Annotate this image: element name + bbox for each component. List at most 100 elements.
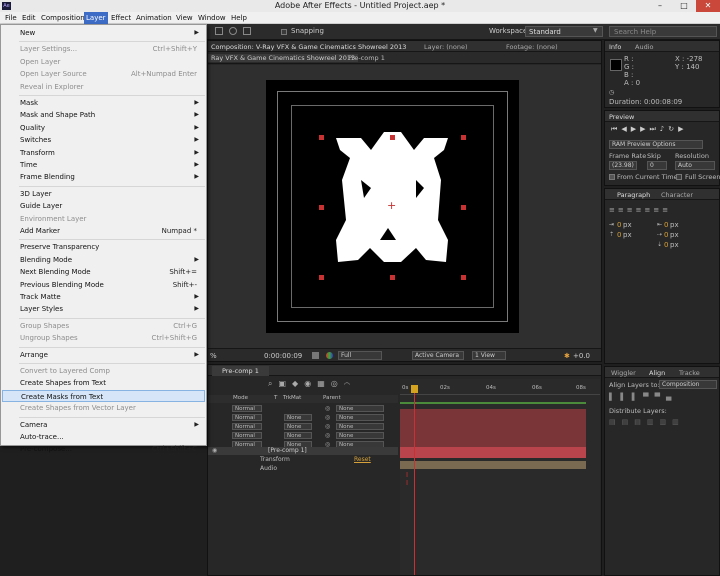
menu-item-frame-blending[interactable]: Frame Blending ▶ xyxy=(2,171,205,183)
blend-mode-dropdown[interactable]: Normal xyxy=(232,423,262,430)
menu-item-arrange[interactable]: Arrange ▶ xyxy=(2,349,205,361)
tab-paragraph[interactable]: Paragraph xyxy=(617,190,650,200)
search-layers-icon[interactable]: ⌕ xyxy=(268,379,278,388)
tab-wiggler[interactable]: Wiggler xyxy=(611,368,636,378)
workspace-dropdown[interactable]: Standard xyxy=(525,26,603,37)
align-left-icon[interactable]: ≡ xyxy=(609,206,618,214)
tab-composition[interactable]: Composition: V-Ray VFX & Game Cinematics… xyxy=(211,42,406,52)
playhead-handle[interactable] xyxy=(411,385,418,393)
distribute-left-icon[interactable]: ▥ xyxy=(647,418,660,426)
parent-dropdown[interactable]: None xyxy=(336,414,384,421)
resolution-preview-dropdown[interactable]: Auto xyxy=(675,161,715,170)
menu-item-camera[interactable]: Camera ▶ xyxy=(2,419,205,431)
draft-3d-icon[interactable]: ◆ xyxy=(292,379,304,388)
reset-link[interactable]: Reset xyxy=(354,456,371,463)
minimize-icon[interactable]: – xyxy=(648,0,672,12)
menu-item-mask[interactable]: Mask ▶ xyxy=(2,97,205,109)
time-graph[interactable]: 0s 02s 04s 06s 08s I I xyxy=(400,379,600,575)
distribute-right-icon[interactable]: ▥ xyxy=(672,418,685,426)
align-h-center-icon[interactable]: ▌ xyxy=(620,393,631,401)
tab-info[interactable]: Info xyxy=(609,42,621,52)
menu-item-previous-blending-mode[interactable]: Previous Blending Mode Shift+- xyxy=(2,279,205,291)
tab-audio[interactable]: Audio xyxy=(635,42,653,52)
menu-item-track-matte[interactable]: Track Matte ▶ xyxy=(2,291,205,303)
align-left-edges-icon[interactable]: ▌ xyxy=(609,393,620,401)
align-center-icon[interactable]: ≡ xyxy=(618,206,627,214)
mask-vertex-handle[interactable] xyxy=(461,135,466,140)
tab-character[interactable]: Character xyxy=(661,190,693,200)
tab-layer[interactable]: Layer: (none) xyxy=(424,42,468,52)
breadcrumb-main-comp[interactable]: Ray VFX & Game Cinematics Showreel 2013 xyxy=(208,54,359,62)
blend-mode-dropdown[interactable]: Normal xyxy=(232,432,262,439)
snapping-checkbox[interactable] xyxy=(281,29,287,35)
table-row[interactable]: Normal None ◎ None xyxy=(208,414,398,422)
skip-dropdown[interactable]: 0 xyxy=(647,161,667,170)
align-to-dropdown[interactable]: Composition xyxy=(659,380,717,389)
space-before-value[interactable]: 0 xyxy=(617,231,621,239)
menu-item-open-layer[interactable]: Open Layer xyxy=(2,56,205,68)
mask-vertex-handle[interactable] xyxy=(461,275,466,280)
parent-dropdown[interactable]: None xyxy=(336,432,384,439)
frame-rate-dropdown[interactable]: (23.98) xyxy=(609,161,637,170)
menu-item-transform[interactable]: Transform ▶ xyxy=(2,147,205,159)
visibility-icon[interactable]: ◉ xyxy=(212,447,217,454)
comp-viewer[interactable]: + xyxy=(208,65,601,348)
motion-blur-icon[interactable]: ◎ xyxy=(331,379,344,388)
menu-file[interactable]: File xyxy=(3,12,19,24)
menu-item-create-shapes-from-vector-layer[interactable]: Create Shapes from Vector Layer xyxy=(2,402,205,414)
last-frame-icon[interactable]: ⏭ xyxy=(649,125,659,133)
time-ruler[interactable]: 0s 02s 04s 06s 08s xyxy=(400,385,600,395)
keyframe-marker-icon[interactable]: I xyxy=(406,479,408,487)
menu-window[interactable]: Window xyxy=(196,12,228,24)
frame-blending-icon[interactable]: ▦ xyxy=(317,379,331,388)
align-right-edges-icon[interactable]: ▌ xyxy=(632,393,643,401)
audio-label[interactable]: Audio xyxy=(260,465,277,472)
space-after-value[interactable]: 0 xyxy=(664,241,668,249)
anchor-point-icon[interactable]: + xyxy=(387,199,396,212)
menu-item-ungroup-shapes[interactable]: Ungroup Shapes Ctrl+Shift+G xyxy=(2,332,205,344)
exposure-icon[interactable]: ✱ xyxy=(564,352,570,360)
menu-item-mask-and-shape-path[interactable]: Mask and Shape Path ▶ xyxy=(2,109,205,121)
distribute-top-icon[interactable]: ▤ xyxy=(609,418,622,426)
menu-item-pre-compose[interactable]: Pre-compose... Ctrl+Shift+C xyxy=(2,443,205,455)
search-help-input[interactable]: Search Help xyxy=(609,26,717,37)
selection-tool-icon[interactable] xyxy=(215,27,223,35)
justify-left-icon[interactable]: ≡ xyxy=(636,206,645,214)
table-row[interactable]: Normal None ◎ None xyxy=(208,432,398,440)
tab-footage[interactable]: Footage: (none) xyxy=(506,42,558,52)
full-screen-checkbox[interactable] xyxy=(676,174,682,180)
layer-name[interactable]: [Pre-comp 1] xyxy=(268,447,307,454)
menu-help[interactable]: Help xyxy=(229,12,249,24)
tab-preview[interactable]: Preview xyxy=(609,112,634,122)
audio-icon[interactable]: ♪ xyxy=(660,125,668,133)
menu-composition[interactable]: Composition xyxy=(39,12,87,24)
ram-preview-dropdown[interactable]: RAM Preview Options xyxy=(609,140,703,149)
menu-item-switches[interactable]: Switches ▶ xyxy=(2,134,205,146)
indent-left-value[interactable]: 0 xyxy=(617,221,621,229)
transform-label[interactable]: Transform xyxy=(260,456,290,463)
align-bottom-edges-icon[interactable]: ▄ xyxy=(666,393,677,401)
menu-item-auto-trace[interactable]: Auto-trace... xyxy=(2,431,205,443)
play-icon[interactable]: ▶ xyxy=(631,125,640,133)
hand-tool-icon[interactable] xyxy=(229,27,237,35)
menu-item-environment-layer[interactable]: Environment Layer xyxy=(2,213,205,225)
pick-whip-icon[interactable]: ◎ xyxy=(325,432,330,439)
menu-effect[interactable]: Effect xyxy=(109,12,133,24)
first-line-value[interactable]: 0 xyxy=(664,231,668,239)
pick-whip-icon[interactable]: ◎ xyxy=(325,405,330,412)
ram-preview-icon[interactable]: ▶ xyxy=(678,125,687,133)
current-time-display[interactable]: 0:00:00:09 xyxy=(264,352,302,360)
mask-vertex-handle[interactable] xyxy=(319,135,324,140)
menu-view[interactable]: View xyxy=(174,12,195,24)
menu-item-create-masks-from-text[interactable]: Create Masks from Text xyxy=(2,389,205,402)
maximize-icon[interactable]: □ xyxy=(672,0,696,12)
work-area-bar[interactable] xyxy=(400,402,586,404)
first-frame-icon[interactable]: ⏮ xyxy=(611,125,621,133)
menu-item-layer-settings[interactable]: Layer Settings... Ctrl+Shift+Y xyxy=(2,43,205,55)
mask-vertex-handle[interactable] xyxy=(319,205,324,210)
distribute-hcenter-icon[interactable]: ▥ xyxy=(660,418,673,426)
menu-item-create-shapes-from-text[interactable]: Create Shapes from Text xyxy=(2,377,205,389)
menu-item-time[interactable]: Time ▶ xyxy=(2,159,205,171)
table-row[interactable]: ◉ [Pre-comp 1] xyxy=(208,447,398,455)
menu-item-new[interactable]: New ▶ xyxy=(2,27,205,39)
